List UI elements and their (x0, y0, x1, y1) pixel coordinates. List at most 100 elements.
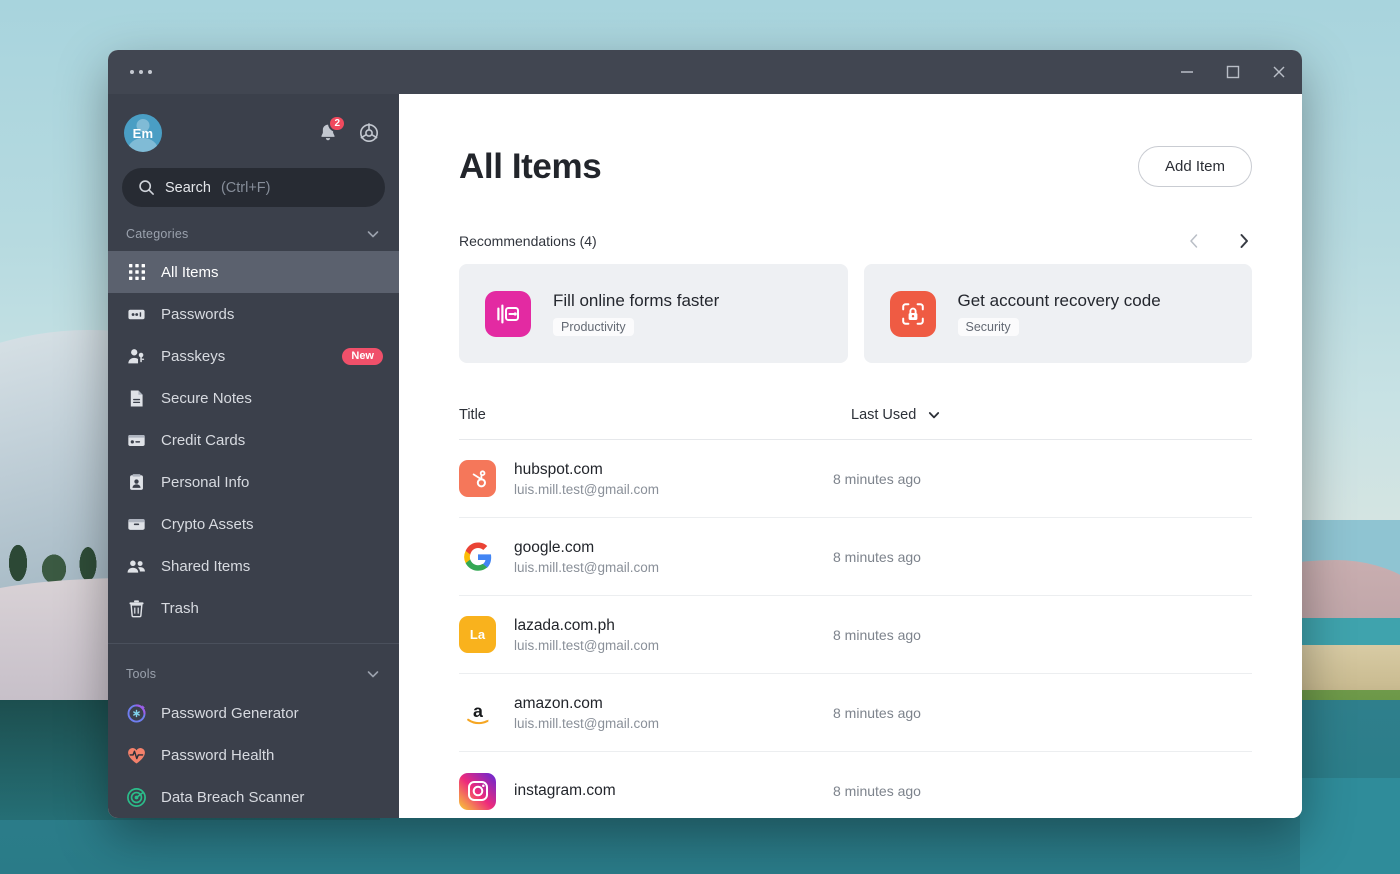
recommendation-title: Fill online forms faster (553, 291, 719, 311)
new-badge: New (342, 348, 383, 365)
search-input[interactable]: Search (Ctrl+F) (122, 168, 385, 207)
table-row[interactable]: google.com luis.mill.test@gmail.com 8 mi… (459, 518, 1252, 596)
item-title: amazon.com (514, 695, 659, 713)
bell-icon[interactable]: 2 (317, 122, 339, 144)
add-item-button[interactable]: Add Item (1138, 146, 1252, 187)
recommendation-card[interactable]: Get account recovery code Security (864, 264, 1253, 363)
sidebar-item-label: Shared Items (161, 558, 383, 575)
notification-count-badge: 2 (328, 115, 346, 132)
heart-pulse-icon (126, 745, 147, 766)
maximize-icon[interactable] (1210, 50, 1256, 94)
amazon-logo: a (459, 694, 496, 731)
sidebar-item-crypto-assets[interactable]: Crypto Assets (108, 503, 399, 545)
chevron-down-icon (365, 226, 381, 242)
id-card-icon (126, 472, 147, 493)
item-title: lazada.com.ph (514, 617, 659, 635)
search-icon (138, 179, 155, 196)
sidebar-item-credit-cards[interactable]: Credit Cards (108, 419, 399, 461)
desktop-background: Em 2 (0, 0, 1400, 874)
table-row[interactable]: La lazada.com.ph luis.mill.test@gmail.co… (459, 596, 1252, 674)
sidebar-item-secure-notes[interactable]: Secure Notes (108, 377, 399, 419)
recommendation-title: Get account recovery code (958, 291, 1161, 311)
recommendations-header: Recommendations (4) (459, 232, 1252, 250)
main-content: All Items Add Item Recommendations (4) (399, 94, 1302, 818)
three-dots-icon[interactable] (126, 64, 156, 80)
sidebar-item-password-health[interactable]: Password Health (108, 734, 399, 776)
chevron-down-icon (927, 408, 941, 422)
passkey-icon (126, 346, 147, 367)
tools-label: Tools (126, 667, 156, 681)
account-row: Em 2 (122, 112, 385, 154)
item-subtitle: luis.mill.test@gmail.com (514, 638, 659, 653)
password-icon (126, 304, 147, 325)
sidebar-item-passwords[interactable]: Passwords (108, 293, 399, 335)
chevron-down-icon (365, 666, 381, 682)
lazada-logo: La (459, 616, 496, 653)
sidebar-item-personal-info[interactable]: Personal Info (108, 461, 399, 503)
radar-target-icon (126, 787, 147, 808)
item-title: hubspot.com (514, 461, 659, 479)
recommendation-card[interactable]: Fill online forms faster Productivity (459, 264, 848, 363)
recommendation-tag: Productivity (553, 318, 634, 337)
sidebar-item-data-breach-scanner[interactable]: Data Breach Scanner (108, 776, 399, 818)
instagram-logo (459, 773, 496, 810)
item-last-used: 8 minutes ago (833, 471, 921, 487)
item-last-used: 8 minutes ago (833, 705, 921, 721)
app-window: Em 2 (108, 50, 1302, 818)
table-row[interactable]: instagram.com 8 minutes ago (459, 752, 1252, 818)
form-fill-icon (485, 291, 531, 337)
sidebar-item-label: All Items (161, 264, 383, 281)
table-row[interactable]: a amazon.com luis.mill.test@gmail.com (459, 674, 1252, 752)
avatar[interactable]: Em (124, 114, 162, 152)
sort-dropdown[interactable]: Last Used (851, 407, 941, 423)
search-hint: (Ctrl+F) (221, 180, 271, 196)
item-title: google.com (514, 539, 659, 557)
item-subtitle: luis.mill.test@gmail.com (514, 716, 659, 731)
sidebar-item-label: Passwords (161, 306, 383, 323)
gear-icon[interactable] (357, 121, 381, 145)
items-table-body: hubspot.com luis.mill.test@gmail.com 8 m… (459, 440, 1252, 818)
categories-section-header[interactable]: Categories (108, 217, 399, 251)
people-icon (126, 556, 147, 577)
chevron-left-icon[interactable] (1186, 232, 1202, 250)
sidebar: Em 2 (108, 94, 399, 818)
sidebar-item-all-items[interactable]: All Items (108, 251, 399, 293)
sidebar-item-trash[interactable]: Trash (108, 587, 399, 629)
sort-label: Last Used (851, 407, 916, 423)
sidebar-item-label: Crypto Assets (161, 516, 383, 533)
sidebar-item-label: Personal Info (161, 474, 383, 491)
categories-label: Categories (126, 227, 188, 241)
close-icon[interactable] (1256, 50, 1302, 94)
item-title: instagram.com (514, 782, 616, 800)
search-label: Search (165, 180, 211, 196)
wallet-icon (126, 514, 147, 535)
sidebar-item-label: Secure Notes (161, 390, 383, 407)
sidebar-item-label: Data Breach Scanner (161, 789, 383, 806)
recommendation-tag: Security (958, 318, 1019, 337)
trash-icon (126, 598, 147, 619)
credit-card-icon (126, 430, 147, 451)
item-last-used: 8 minutes ago (833, 549, 921, 565)
table-row[interactable]: hubspot.com luis.mill.test@gmail.com 8 m… (459, 440, 1252, 518)
items-table-header: Title Last Used (459, 407, 1252, 440)
chevron-right-icon[interactable] (1236, 232, 1252, 250)
sidebar-item-shared-items[interactable]: Shared Items (108, 545, 399, 587)
sidebar-item-label: Trash (161, 600, 383, 617)
item-subtitle: luis.mill.test@gmail.com (514, 560, 659, 575)
tools-nav-list: Password Generator Password Health (108, 692, 399, 818)
hubspot-logo (459, 460, 496, 497)
refresh-star-icon (126, 703, 147, 724)
grid-icon (126, 262, 147, 283)
recovery-lock-icon (890, 291, 936, 337)
recommendation-cards: Fill online forms faster Productivity (459, 264, 1252, 363)
sidebar-item-password-generator[interactable]: Password Generator (108, 692, 399, 734)
sidebar-item-passkeys[interactable]: Passkeys New (108, 335, 399, 377)
item-subtitle: luis.mill.test@gmail.com (514, 482, 659, 497)
wallpaper-right-water (1300, 778, 1400, 874)
sidebar-item-label: Credit Cards (161, 432, 383, 449)
categories-nav-list: All Items Passwords (108, 251, 399, 629)
minimize-icon[interactable] (1164, 50, 1210, 94)
tools-section-header[interactable]: Tools (108, 656, 399, 692)
page-header: All Items Add Item (459, 94, 1252, 187)
google-logo (459, 538, 496, 575)
